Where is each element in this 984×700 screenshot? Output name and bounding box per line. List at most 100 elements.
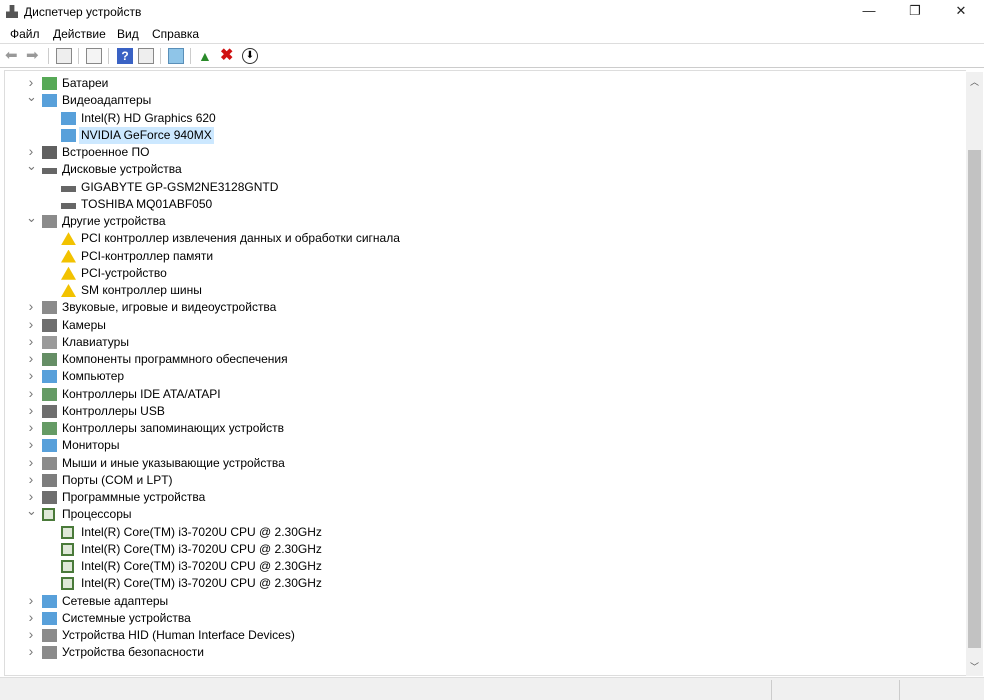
close-button[interactable]: ✕ [938,0,984,24]
expand-chevron-icon[interactable]: › [26,419,36,436]
port-icon [42,473,57,487]
expand-chevron-icon[interactable]: › [26,592,36,609]
warning-icon [61,284,76,297]
category-item[interactable]: › Звуковые, игровые и видеоустройства [5,298,955,316]
expand-chevron-icon[interactable]: › [26,350,36,367]
device-item[interactable]: GIGABYTE GP-GSM2NE3128GNTD [5,179,955,196]
category-item[interactable]: › Компьютер [5,367,955,385]
device-item[interactable]: PCI контроллер извлечения данных и обраб… [5,230,955,247]
menu-file[interactable]: Файл [10,27,40,41]
component-icon [42,353,57,366]
collapse-chevron-icon[interactable]: ⌄ [26,88,37,105]
show-hidden-icon[interactable] [86,48,102,64]
device-item[interactable]: Intel(R) Core(TM) i3-7020U CPU @ 2.30GHz [5,541,955,558]
vertical-scrollbar[interactable]: ︿ ﹀ [966,72,983,676]
category-item[interactable]: › Контроллеры IDE ATA/ATAPI [5,385,955,403]
category-item[interactable]: › Программные устройства [5,488,955,506]
properties-icon[interactable] [56,48,72,64]
expand-chevron-icon[interactable]: › [26,436,36,453]
disk-icon [61,202,76,209]
item-label: Intel(R) Core(TM) i3-7020U CPU @ 2.30GHz [81,541,322,556]
item-label: Контроллеры запоминающих устройств [62,421,284,435]
category-item[interactable]: › Контроллеры запоминающих устройств [5,419,955,437]
device-item[interactable]: NVIDIA GeForce 940MX [5,126,955,144]
toolbar: ⬅ ➡ ? ▲ ✖ ⬇ [0,44,984,68]
expand-chevron-icon[interactable]: › [26,402,36,419]
cpu-icon [61,577,74,591]
item-label: Intel(R) Core(TM) i3-7020U CPU @ 2.30GHz [81,576,322,591]
action-icon[interactable] [138,48,154,64]
category-item[interactable]: › Устройства HID (Human Interface Devices… [5,626,955,644]
network-icon [42,594,57,608]
item-label: Порты (COM и LPT) [62,472,173,487]
category-item[interactable]: › Мыши и иные указывающие устройства [5,454,955,472]
item-label: TOSHIBA MQ01ABF050 [81,196,213,211]
category-item[interactable]: › Батареи [5,74,955,92]
category-item[interactable]: › Устройства безопасности [5,643,955,661]
category-item[interactable]: › Встроенное ПО [5,143,955,161]
device-item[interactable]: SM контроллер шины [5,282,955,299]
expand-chevron-icon[interactable]: › [26,454,36,471]
category-item[interactable]: ⌄ Дисковые устройства [5,158,955,178]
expand-chevron-icon[interactable]: › [26,367,36,384]
unknown-icon [42,215,57,228]
disk-icon [61,185,76,192]
category-item[interactable]: › Порты (COM и LPT) [5,471,955,489]
device-item[interactable]: Intel(R) HD Graphics 620 [5,110,955,127]
expand-chevron-icon[interactable]: › [26,316,36,333]
device-item[interactable]: TOSHIBA MQ01ABF050 [5,196,955,213]
device-item[interactable]: Intel(R) Core(TM) i3-7020U CPU @ 2.30GHz [5,524,955,541]
expand-chevron-icon[interactable]: › [26,609,36,626]
warning-icon [61,266,76,280]
menu-view[interactable]: Вид [117,27,139,41]
category-item[interactable]: › Клавиатуры [5,333,955,351]
category-item[interactable]: ⌄ Другие устройства [5,210,955,230]
usb-icon [42,404,57,418]
forward-icon[interactable]: ➡ [26,48,42,64]
item-label: Звуковые, игровые и видеоустройства [62,300,277,315]
category-item[interactable]: › Контроллеры USB [5,402,955,420]
device-item[interactable]: Intel(R) Core(TM) i3-7020U CPU @ 2.30GHz [5,575,955,592]
scrollbar-thumb[interactable] [968,150,981,648]
category-item[interactable]: › Камеры [5,316,955,334]
uninstall-icon[interactable]: ✖ [220,48,236,64]
scan-hardware-icon[interactable] [168,48,184,64]
scroll-down-icon[interactable]: ﹀ [966,660,983,673]
item-label: PCI контроллер извлечения данных и обраб… [81,231,400,246]
expand-chevron-icon[interactable]: › [26,385,36,402]
category-item[interactable]: ⌄ Процессоры [5,503,955,523]
back-icon[interactable]: ⬅ [5,48,21,64]
collapse-chevron-icon[interactable]: ⌄ [26,157,37,174]
update-driver-icon[interactable]: ▲ [198,48,214,64]
category-item[interactable]: ⌄ Видеоадаптеры [5,89,955,109]
collapse-chevron-icon[interactable]: ⌄ [26,209,37,226]
item-label: PCI-устройство [81,265,167,280]
category-item[interactable]: › Мониторы [5,436,955,454]
category-item[interactable]: › Компоненты программного обеспечения [5,350,955,368]
restore-button[interactable]: ❐ [892,0,938,24]
item-label: Камеры [62,317,106,332]
menu-help[interactable]: Справка [152,27,199,41]
menu-action[interactable]: Действие [53,27,106,41]
expand-chevron-icon[interactable]: › [26,298,36,315]
device-item[interactable]: Intel(R) Core(TM) i3-7020U CPU @ 2.30GHz [5,558,955,575]
item-label: Мониторы [62,438,120,453]
expand-chevron-icon[interactable]: › [26,471,36,488]
monitor-icon [42,370,57,384]
expand-chevron-icon[interactable]: › [26,333,36,350]
speaker-icon [42,301,57,315]
scroll-up-icon[interactable]: ︿ [966,75,983,88]
expand-chevron-icon[interactable]: › [26,643,36,660]
category-item[interactable]: › Системные устройства [5,609,955,627]
expand-chevron-icon[interactable]: › [26,626,36,643]
category-item[interactable]: › Сетевые адаптеры [5,592,955,610]
help-icon[interactable]: ? [117,48,133,64]
battery-icon [42,77,57,90]
device-item[interactable]: PCI-контроллер памяти [5,248,955,265]
minimize-button[interactable]: — [846,0,892,24]
collapse-chevron-icon[interactable]: ⌄ [26,502,37,519]
cpu-icon [61,525,74,539]
device-item[interactable]: PCI-устройство [5,265,955,282]
disable-icon[interactable]: ⬇ [242,48,258,64]
device-tree[interactable]: › Батареи ⌄ Видеоадаптеры Intel(R) HD Graphi… [4,70,966,676]
